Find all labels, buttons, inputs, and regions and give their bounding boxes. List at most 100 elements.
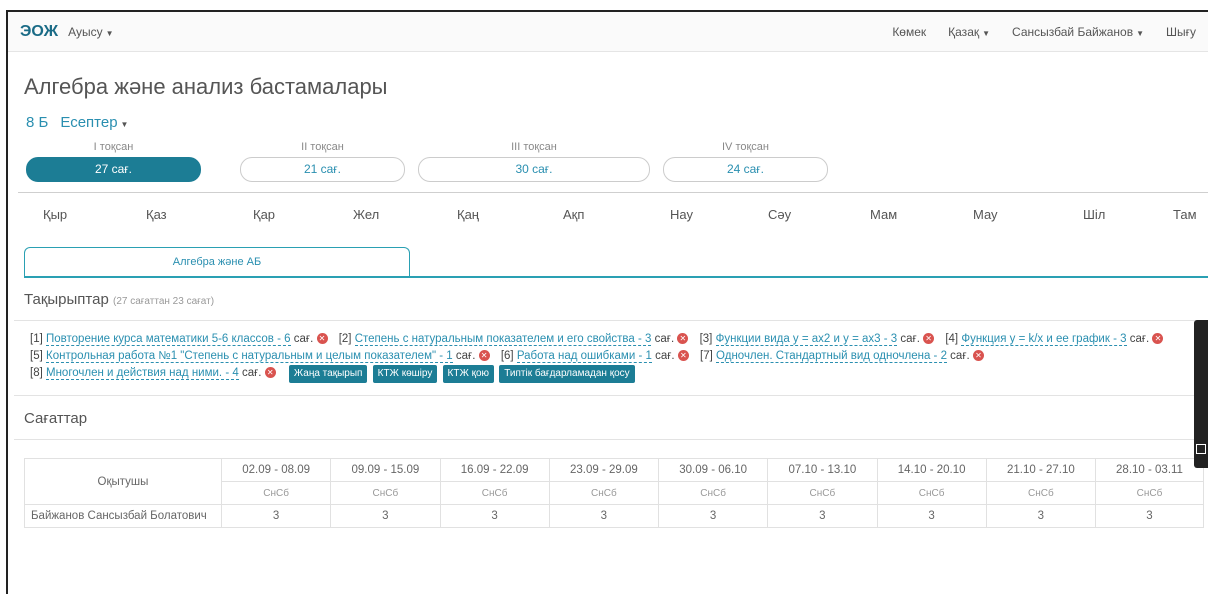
app-window: ЭОЖ Ауысу ▼ Көмек Қазақ ▼ Сансызбай Байжан… [6, 10, 1208, 594]
week-header: 21.10 - 27.10 [985, 458, 1097, 482]
caret-down-icon: ▼ [982, 28, 991, 38]
hours-cell[interactable]: 3 [985, 504, 1097, 528]
divider [14, 395, 1208, 396]
topic-link[interactable]: Работа над ошибками - 1 [516, 350, 652, 363]
topic-item: [3] Функции вида y = ax2 и y = ax3 - 3 с… [700, 333, 935, 346]
reports-menu[interactable]: Есептер ▼ [60, 114, 128, 131]
quarter-2[interactable]: II тоқсан 21 сағ. [240, 141, 405, 182]
delete-icon[interactable]: ✕ [316, 333, 328, 344]
month-label: Қыр [43, 207, 68, 222]
class-row: 8 Б Есептер ▼ [26, 114, 1208, 131]
delete-icon[interactable]: ✕ [923, 333, 935, 344]
class-name: 8 Б [26, 114, 49, 131]
hours-table: Оқытушы 02.09 - 08.09 09.09 - 15.09 16.0… [24, 458, 1204, 528]
topic-number: [6] [500, 350, 514, 362]
hours-cell[interactable]: 3 [1095, 504, 1204, 528]
hours-heading: Сағаттар [24, 410, 88, 427]
topic-number: [2] [338, 333, 352, 345]
nav-right: Көмек Қазақ ▼ Сансызбай Байжанов ▼ Шығу [892, 25, 1196, 39]
hours-cell[interactable]: 3 [767, 504, 878, 528]
tab-algebra[interactable]: Алгебра және АБ [24, 247, 410, 277]
quarter-3[interactable]: III тоқсан 30 сағ. [418, 141, 650, 182]
delete-icon[interactable]: ✕ [264, 367, 276, 378]
add-from-program-button[interactable]: Типтік бағдарламадан қосу [499, 365, 635, 383]
month-label: Қаң [457, 207, 479, 222]
reports-label: Есептер [60, 114, 118, 131]
page-title: Алгебра және анализ бастамалары [24, 74, 388, 99]
hours-cell[interactable]: 3 [439, 504, 550, 528]
topic-number: [8] [30, 367, 43, 379]
topic-item: [1] Повторение курса математики 5-6 клас… [30, 333, 328, 346]
subject-tabs: Алгебра және АБ [8, 241, 1208, 278]
feedback-icon [1196, 444, 1206, 454]
timeline-line [18, 192, 1208, 193]
quarter-1[interactable]: I тоқсан 27 сағ. [26, 141, 201, 182]
brand-logo[interactable]: ЭОЖ [20, 23, 58, 41]
month-label: Сәу [768, 207, 792, 222]
week-subheader: СнСб [876, 481, 987, 505]
week-header: 23.09 - 29.09 [548, 458, 660, 482]
new-topic-button[interactable]: Жаңа тақырып [288, 365, 368, 383]
topics-heading: Тақырыптар (27 сағаттан 23 сағат) [24, 291, 1208, 308]
topic-item: [7] Одночлен. Стандартный вид одночлена … [700, 350, 984, 363]
topic-link[interactable]: Многочлен и действия над ними. - 4 [46, 367, 239, 380]
topic-unit: сағ. [455, 350, 476, 362]
help-link[interactable]: Көмек [892, 25, 926, 39]
quarter-hours: 21 сағ. [240, 157, 405, 182]
top-navbar: ЭОЖ Ауысу ▼ Көмек Қазақ ▼ Сансызбай Байжан… [8, 12, 1208, 52]
switch-menu[interactable]: Ауысу ▼ [68, 25, 113, 39]
topics-subtitle: (27 сағаттан 23 сағат) [112, 296, 215, 307]
month-label: Мам [870, 207, 898, 222]
user-menu[interactable]: Сансызбай Байжанов ▼ [1012, 25, 1144, 39]
week-subheader: СнСб [330, 481, 441, 505]
quarter-label: III тоқсан [511, 141, 557, 153]
quarter-label: I тоқсан [93, 141, 134, 153]
topic-link[interactable]: Функции вида y = ax2 и y = ax3 - 3 [715, 333, 898, 346]
topic-item: [6] Работа над ошибками - 1 сағ. ✕ [500, 350, 689, 363]
hours-cell[interactable]: 3 [876, 504, 987, 528]
month-label: Нау [670, 207, 693, 222]
month-label: Шіл [1083, 207, 1106, 222]
switch-menu-label: Ауысу [68, 24, 103, 39]
topic-link[interactable]: Функция y = k/x и ее график - 3 [961, 333, 1127, 346]
month-label: Там [1173, 207, 1197, 222]
topic-link[interactable]: Повторение курса математики 5-6 классов … [46, 333, 291, 346]
hours-cell[interactable]: 3 [220, 504, 332, 528]
logout-link[interactable]: Шығу [1166, 25, 1196, 39]
topic-number: [5] [30, 350, 43, 362]
copy-plan-button[interactable]: КТЖ көшіру [372, 365, 438, 383]
delete-icon[interactable]: ✕ [972, 350, 984, 361]
topic-unit: сағ. [654, 333, 675, 345]
topic-link[interactable]: Степень с натуральным показателем и его … [354, 333, 652, 346]
topic-unit: сағ. [900, 333, 920, 345]
delete-icon[interactable]: ✕ [677, 350, 689, 361]
caret-down-icon: ▼ [1136, 28, 1144, 38]
topic-item: [5] Контрольная работа №1 "Степень с нат… [30, 350, 490, 363]
quarter-4[interactable]: IV тоқсан 24 сағ. [663, 141, 828, 182]
language-menu[interactable]: Қазақ ▼ [948, 25, 990, 39]
hours-cell[interactable]: 3 [657, 504, 769, 528]
topic-number: [4] [945, 333, 959, 345]
quarter-label: IV тоқсан [722, 141, 769, 153]
table-row: Байжанов Сансызбай Болатович 3 3 3 3 3 3… [24, 504, 1204, 528]
topic-unit: сағ. [655, 350, 675, 362]
hours-cell[interactable]: 3 [330, 504, 441, 528]
hours-cell[interactable]: 3 [548, 504, 660, 528]
topic-number: [7] [700, 350, 713, 362]
delete-icon[interactable]: ✕ [677, 333, 689, 344]
delete-icon[interactable]: ✕ [478, 350, 490, 361]
topic-item: [2] Степень с натуральным показателем и … [338, 333, 689, 346]
delete-icon[interactable]: ✕ [1152, 333, 1164, 344]
table-header-row: Оқытушы 02.09 - 08.09 09.09 - 15.09 16.0… [24, 458, 1204, 505]
topic-link[interactable]: Одночлен. Стандартный вид одночлена - 2 [716, 350, 947, 363]
topic-unit: сағ. [241, 367, 262, 379]
week-header: 02.09 - 08.09 [220, 458, 332, 482]
topics-title: Тақырыптар [24, 291, 109, 308]
week-subheader: СнСб [657, 481, 769, 505]
caret-down-icon: ▼ [120, 120, 129, 129]
tab-underline [24, 276, 1208, 278]
quarter-hours: 30 сағ. [418, 157, 650, 182]
topic-link[interactable]: Контрольная работа №1 "Степень с натурал… [46, 350, 453, 363]
quarter-hours: 27 сағ. [26, 157, 201, 182]
paste-plan-button[interactable]: КТЖ қою [442, 365, 495, 383]
